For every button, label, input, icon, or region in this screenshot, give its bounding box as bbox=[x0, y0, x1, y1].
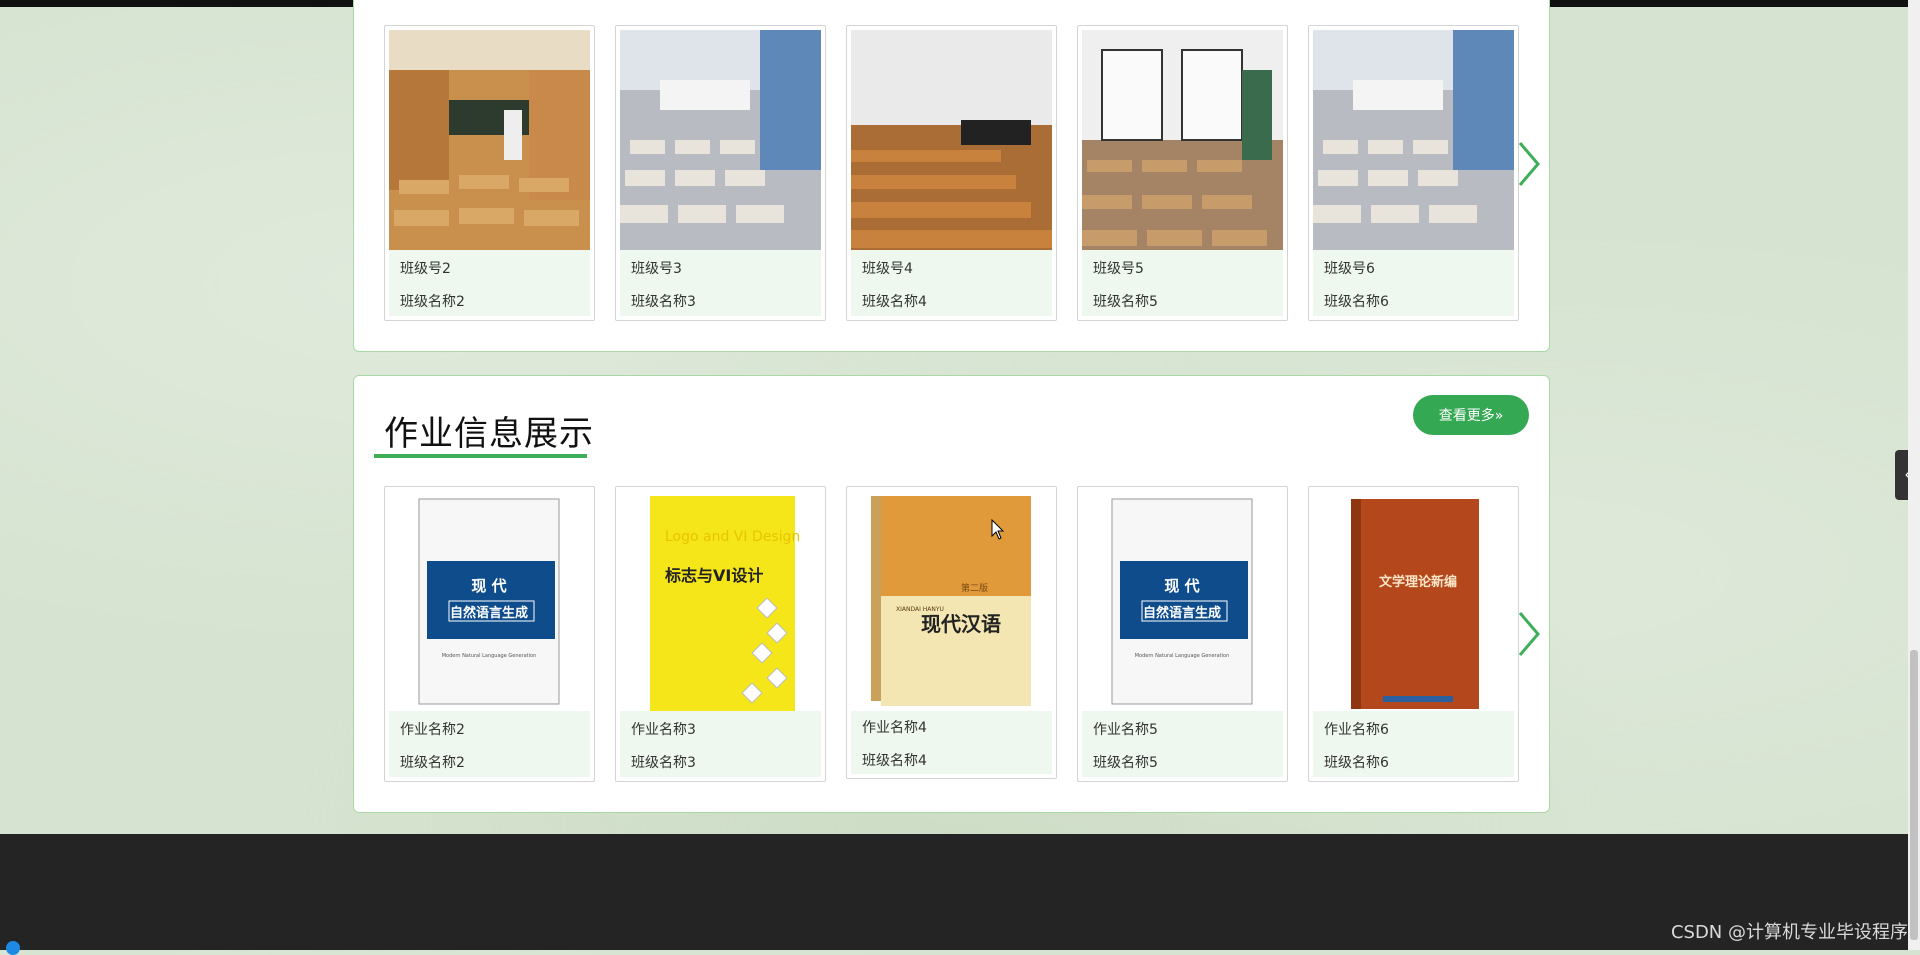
book-cover-subtitle: XIANDAI HANYU bbox=[896, 606, 944, 613]
class-card-info: 班级号3 班级名称3 bbox=[620, 250, 821, 316]
homework-card[interactable]: 文学理论新编 作业名称6 班级名称6 bbox=[1308, 486, 1519, 782]
homework-name: 作业名称3 bbox=[631, 722, 696, 738]
homework-name: 作业名称6 bbox=[1324, 722, 1389, 738]
watermark-text: CSDN @计算机专业毕设程序 bbox=[1670, 922, 1908, 943]
homework-card-info: 作业名称2 班级名称2 bbox=[389, 711, 590, 777]
class-card-info: 班级号5 班级名称5 bbox=[1082, 250, 1283, 316]
book-cover-title: 文学理论新编 bbox=[1379, 574, 1457, 590]
classroom-photo bbox=[1082, 30, 1283, 250]
book-cover-image: 第二版 现代汉语 XIANDAI HANYU bbox=[851, 491, 1052, 711]
classroom-photo bbox=[851, 30, 1052, 250]
class-card[interactable]: 班级号2 班级名称2 bbox=[384, 25, 595, 321]
class-card[interactable]: 班级号4 班级名称4 bbox=[846, 25, 1057, 321]
class-name: 班级名称2 bbox=[400, 294, 465, 310]
book-cover-title: 现代汉语 bbox=[921, 612, 1001, 636]
class-card[interactable]: 班级号5 班级名称5 bbox=[1077, 25, 1288, 321]
class-number: 班级号3 bbox=[631, 261, 682, 277]
homework-card[interactable]: 现 代 自然语言生成 Modern Natural Language Gener… bbox=[1077, 486, 1288, 782]
homework-name: 作业名称5 bbox=[1093, 722, 1158, 738]
class-name: 班级名称5 bbox=[1093, 294, 1158, 310]
book-cover-top-text: 第二版 bbox=[961, 582, 988, 594]
class-number: 班级号6 bbox=[1324, 261, 1375, 277]
book-cover-title: 自然语言生成 bbox=[450, 605, 528, 621]
homework-card-info: 作业名称6 班级名称6 bbox=[1313, 711, 1514, 777]
class-name: 班级名称6 bbox=[1324, 294, 1389, 310]
homework-card[interactable]: 第二版 现代汉语 XIANDAI HANYU 作业名称4 班级名称4 bbox=[846, 486, 1057, 779]
classroom-photo bbox=[1313, 30, 1514, 250]
status-indicator-icon bbox=[6, 941, 20, 955]
class-name: 班级名称3 bbox=[631, 294, 696, 310]
view-more-button[interactable]: 查看更多» bbox=[1413, 395, 1529, 435]
class-name: 班级名称4 bbox=[862, 753, 927, 769]
class-number: 班级号2 bbox=[400, 261, 451, 277]
class-card-info: 班级号2 班级名称2 bbox=[389, 250, 590, 316]
book-cover-image: 现 代 自然语言生成 Modern Natural Language Gener… bbox=[389, 491, 590, 711]
homework-card-info: 作业名称4 班级名称4 bbox=[851, 711, 1052, 774]
book-cover-top-text: Logo and VI Design bbox=[665, 529, 800, 545]
book-cover-image: 现 代 自然语言生成 Modern Natural Language Gener… bbox=[1082, 491, 1283, 711]
homework-card[interactable]: Logo and VI Design 标志与VI设计 作业名称3 班级名称3 bbox=[615, 486, 826, 782]
homework-showcase-panel: 作业信息展示 查看更多» 现 代 自然语言生成 Modern Natural L… bbox=[353, 375, 1550, 813]
book-cover-subtitle: Modern Natural Language Generation bbox=[1135, 653, 1230, 659]
book-cover-top-text: 现 代 bbox=[471, 577, 506, 595]
book-cover-subtitle: Modern Natural Language Generation bbox=[442, 653, 537, 659]
mouse-cursor-icon bbox=[991, 519, 1005, 540]
class-name: 班级名称5 bbox=[1093, 755, 1158, 771]
page-footer bbox=[0, 834, 1920, 950]
class-card-info: 班级号4 班级名称4 bbox=[851, 250, 1052, 316]
class-name: 班级名称2 bbox=[400, 755, 465, 771]
book-cover-title: 标志与VI设计 bbox=[664, 566, 763, 585]
homework-name: 作业名称2 bbox=[400, 722, 465, 738]
class-showcase-panel: 班级号2 班级名称2 班级号3 班级名称3 班级号4 班级名称4 班级号5 班级… bbox=[353, 0, 1550, 352]
class-number: 班级号4 bbox=[862, 261, 913, 277]
book-cover-top-text: 现 代 bbox=[1164, 577, 1199, 595]
book-cover-image: Logo and VI Design 标志与VI设计 bbox=[620, 491, 821, 711]
book-cover-title: 自然语言生成 bbox=[1143, 605, 1221, 621]
scrollbar-thumb[interactable] bbox=[1910, 650, 1918, 940]
homework-card-info: 作业名称5 班级名称5 bbox=[1082, 711, 1283, 777]
homework-name: 作业名称4 bbox=[862, 720, 927, 736]
class-card[interactable]: 班级号3 班级名称3 bbox=[615, 25, 826, 321]
homework-card[interactable]: 现 代 自然语言生成 Modern Natural Language Gener… bbox=[384, 486, 595, 782]
class-number: 班级号5 bbox=[1093, 261, 1144, 277]
class-card[interactable]: 班级号6 班级名称6 bbox=[1308, 25, 1519, 321]
class-name: 班级名称4 bbox=[862, 294, 927, 310]
section-title: 作业信息展示 bbox=[384, 414, 594, 454]
classroom-photo bbox=[620, 30, 821, 250]
class-name: 班级名称6 bbox=[1324, 755, 1389, 771]
book-cover-image: 文学理论新编 bbox=[1313, 491, 1514, 711]
class-name: 班级名称3 bbox=[631, 755, 696, 771]
class-card-info: 班级号6 班级名称6 bbox=[1313, 250, 1514, 316]
classroom-photo bbox=[389, 30, 590, 250]
homework-card-info: 作业名称3 班级名称3 bbox=[620, 711, 821, 777]
page-scrollbar[interactable] bbox=[1908, 0, 1920, 950]
title-underline bbox=[374, 454, 587, 458]
